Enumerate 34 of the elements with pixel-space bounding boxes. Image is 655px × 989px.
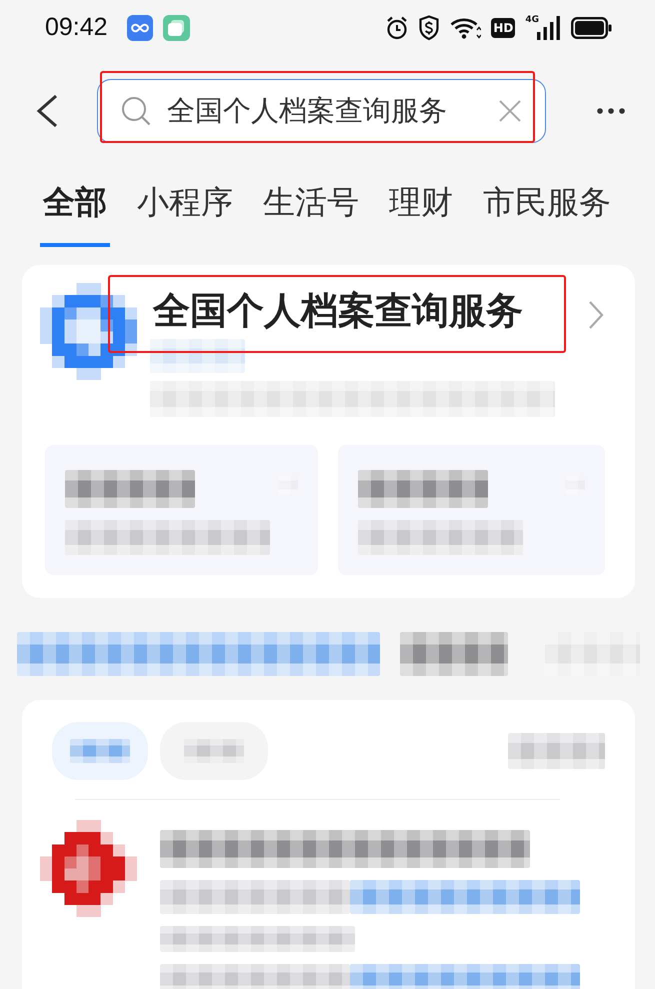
chevron-left-icon <box>35 94 59 128</box>
tab[interactable]: 全部 <box>40 182 110 247</box>
tab[interactable]: 生活号 <box>260 182 362 247</box>
network-type-label: 4G <box>525 16 539 24</box>
squares-app-icon <box>162 14 190 40</box>
hd-badge: HD <box>491 18 516 38</box>
pixelated-logo-icon <box>40 283 137 380</box>
alarm-clock-icon <box>386 16 408 40</box>
pixelated-logo-icon <box>40 820 137 917</box>
signal-icon <box>537 16 561 40</box>
battery-icon <box>571 16 612 38</box>
filter-chip[interactable] <box>52 722 148 780</box>
search-query: 全国个人档案查询服务 <box>167 94 447 128</box>
tab[interactable]: 市民服务 <box>480 182 614 247</box>
service-card[interactable] <box>338 445 605 575</box>
clear-button[interactable] <box>499 100 521 122</box>
service-card[interactable] <box>45 445 318 575</box>
tab[interactable]: 小程序 <box>134 182 236 247</box>
search-icon <box>121 96 151 126</box>
blurred-text <box>184 739 244 763</box>
shield-icon <box>418 14 440 40</box>
infinity-app-icon <box>126 14 153 40</box>
more-icon <box>597 108 625 114</box>
chevron-right-icon <box>588 300 604 330</box>
wifi-icon <box>450 16 482 40</box>
back-button[interactable] <box>35 94 59 128</box>
result-title[interactable]: 全国个人档案查询服务 <box>153 283 588 333</box>
blurred-text <box>70 739 130 763</box>
close-icon <box>499 100 521 122</box>
tab[interactable]: 理财 <box>386 182 456 247</box>
status-time: 09:42 <box>45 15 108 40</box>
filter-chip[interactable] <box>160 722 268 780</box>
search-field[interactable]: 全国个人档案查询服务 <box>97 79 546 143</box>
more-button[interactable] <box>597 108 625 114</box>
